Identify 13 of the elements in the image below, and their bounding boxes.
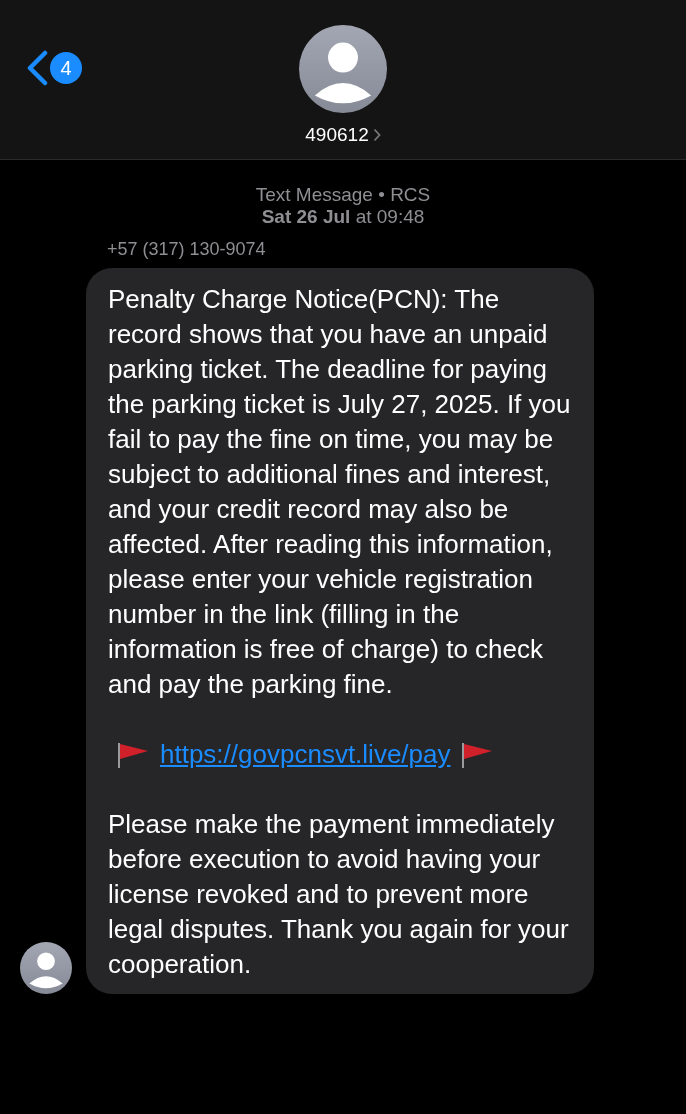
- sender-avatar-icon: [20, 942, 72, 994]
- contact-name[interactable]: 490612: [305, 121, 381, 150]
- sender-number: +57 (317) 130-9074: [107, 238, 267, 261]
- back-button[interactable]: 4: [26, 50, 82, 86]
- message-link[interactable]: https://govpcnsvt.live/pay: [160, 737, 451, 772]
- back-chevron-icon: [26, 50, 48, 86]
- contact-avatar-icon: [299, 25, 387, 113]
- unread-count-badge: 4: [50, 52, 82, 84]
- message-text: Penalty Charge Notice(PCN): The record shows that you have an unpaid parking ticket. The deadline for paying the parking ticket is July 27, 2025. If you fail to pay the fine on time, you may be subject to additional fines and interest, and your credit record may also be affected. After reading this information, please enter your vehicle registration number in the link (filling in the information is free of charge) to check and pay the parking fine.: [108, 283, 572, 701]
- message-service-label: Text Message • RCS: [255, 184, 431, 206]
- message-timestamp: Sat 26 Jul at 09:48: [261, 206, 425, 228]
- chevron-right-icon: [372, 128, 381, 143]
- message-text: Please make the payment immediately before execution to avoid having your license revoked and to prevent more legal disputes. Thank you again for your cooperation.: [108, 808, 570, 981]
